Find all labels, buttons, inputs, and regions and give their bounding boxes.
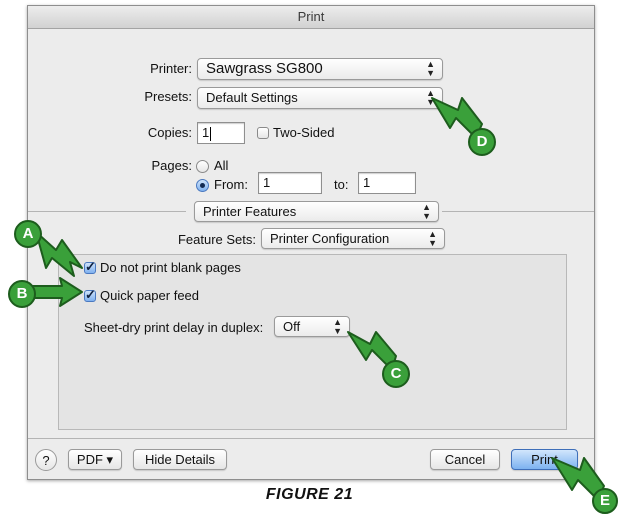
callout-b-badge: B (8, 280, 36, 308)
callout-a-arrow-icon (35, 231, 83, 277)
figure-caption: FIGURE 21 (265, 486, 354, 503)
callout-c-badge: C (382, 360, 410, 388)
callout-arrows (31, 97, 605, 501)
callout-a-badge: A (14, 220, 42, 248)
callout-b-arrow-icon (31, 277, 83, 307)
callout-d-badge: D (468, 128, 496, 156)
